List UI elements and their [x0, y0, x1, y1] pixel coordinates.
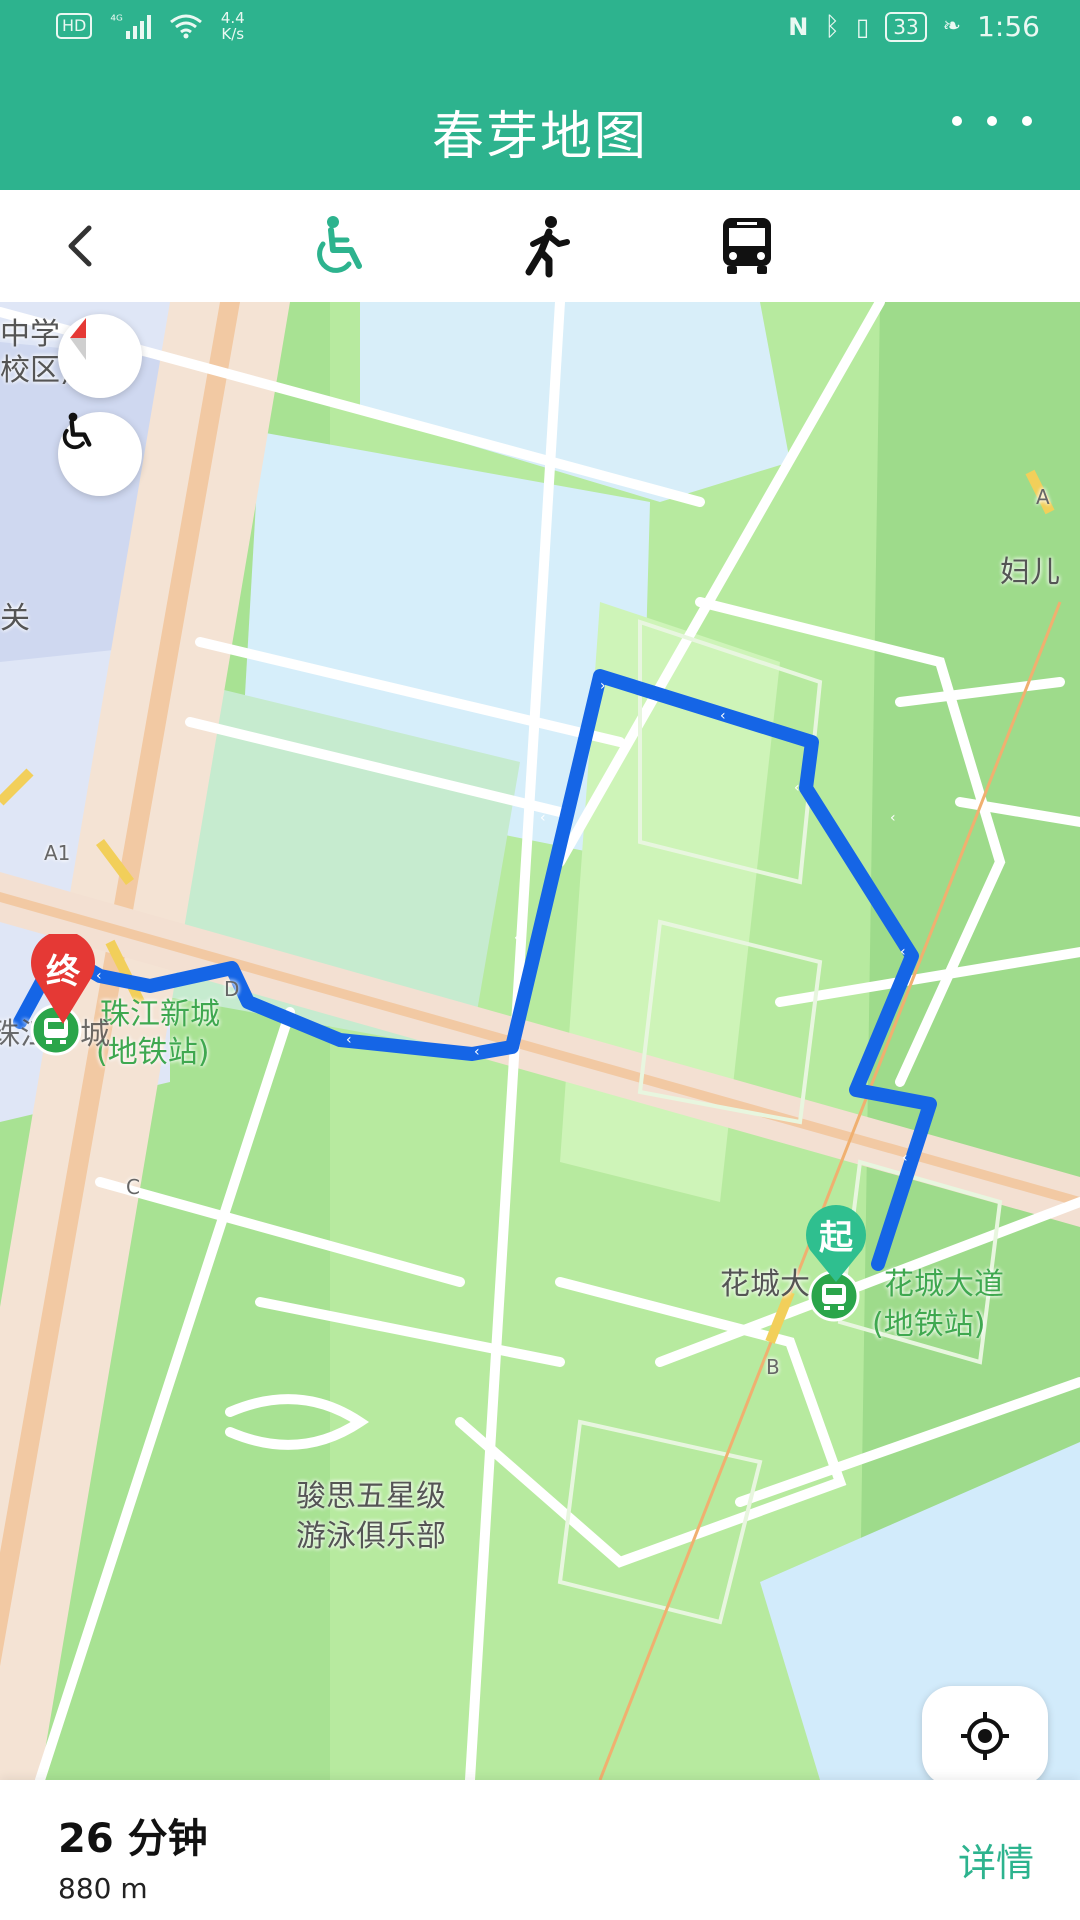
net-speed: 4.4 K/s — [220, 9, 245, 43]
back-button[interactable] — [46, 214, 116, 278]
bus-icon — [723, 218, 771, 274]
svg-text:‹: ‹ — [514, 930, 520, 946]
dot-icon — [1022, 116, 1032, 126]
compass-icon — [70, 318, 86, 360]
map-view[interactable]: › ‹ ‹ ‹ ‹ ‹ ‹ ‹ ‹ ‹ ‹ 中学 校区) 关 妇儿 珠江新城 (… — [0, 302, 1080, 1780]
mode-walk-button[interactable] — [510, 214, 580, 278]
hd-badge: HD — [56, 13, 93, 39]
crosshair-icon — [961, 1712, 1009, 1760]
start-marker-label: 起 — [819, 1218, 853, 1258]
app-bar: 春芽地图 — [0, 56, 1080, 190]
back-arrow-icon — [68, 225, 92, 267]
bluetooth-icon: ᛒ — [824, 11, 840, 42]
map-label-pool-sub: 游泳俱乐部 — [296, 1519, 446, 1554]
svg-text:‹: ‹ — [346, 1032, 352, 1048]
status-bar: HD ⁴ᴳ 4.4 K/s N ᛒ ▯ 33 ❧ 1:56 — [0, 0, 1080, 56]
battery-indicator: 33 — [885, 11, 927, 42]
route-details-link[interactable]: 详情 — [958, 1832, 1034, 1887]
dot-icon — [952, 116, 962, 126]
more-options-button[interactable] — [952, 96, 1032, 146]
exit-label-c: C — [126, 1175, 140, 1199]
nfc-icon: N — [788, 12, 809, 41]
svg-text:‹: ‹ — [540, 810, 546, 826]
map-label-pool: 骏思五星级 — [296, 1479, 446, 1514]
leaf-icon: ❧ — [942, 14, 962, 39]
wheelchair-icon — [317, 216, 362, 273]
app-title: 春芽地图 — [431, 107, 648, 167]
svg-text:‹: ‹ — [720, 708, 726, 724]
svg-text:‹: ‹ — [890, 810, 896, 826]
map-label-huacheng-station-sub: (地铁站) — [872, 1307, 986, 1342]
wifi-icon — [169, 14, 202, 39]
locate-me-button[interactable] — [922, 1686, 1048, 1786]
wheelchair-icon — [62, 412, 92, 450]
map-label-guan: 关 — [0, 601, 30, 636]
vibrate-icon: ▯ — [856, 12, 870, 41]
map-label-zhujiang-station-sub: (地铁站) — [96, 1035, 210, 1070]
travel-mode-bar — [0, 190, 1080, 303]
route-duration: 26 分钟 — [58, 1816, 208, 1862]
signal-icon: ⁴ᴳ — [110, 13, 151, 39]
exit-label-a1: A1 — [44, 841, 71, 865]
svg-text:‹: ‹ — [474, 1044, 480, 1060]
svg-text:‹: ‹ — [794, 780, 800, 796]
map-label-huacheng-left: 花城大 — [720, 1267, 810, 1302]
map-label-school: 中学 — [0, 317, 60, 352]
exit-label-b: B — [766, 1355, 780, 1379]
exit-label-d: D — [224, 977, 240, 1001]
svg-text:‹: ‹ — [902, 1150, 908, 1166]
map-label-fuer: 妇儿 — [1000, 555, 1060, 590]
svg-text:›: › — [600, 678, 606, 694]
map-label-zhujiang-station: 珠江新城 — [100, 997, 220, 1032]
clock: 1:56 — [977, 10, 1040, 43]
route-distance: 880 m — [58, 1872, 148, 1905]
walking-icon — [525, 216, 570, 278]
compass-button[interactable] — [58, 314, 142, 398]
map-label-huacheng-station: 花城大道 — [884, 1267, 1004, 1302]
exit-label-a: A — [1036, 485, 1050, 509]
mode-bus-button[interactable] — [712, 214, 782, 278]
mode-wheelchair-button[interactable] — [306, 214, 376, 278]
accessibility-layer-button[interactable] — [58, 412, 142, 496]
end-marker-label: 终 — [46, 952, 80, 992]
net-type: ⁴ᴳ — [110, 13, 123, 29]
dot-icon — [987, 116, 997, 126]
svg-text:‹: ‹ — [900, 944, 906, 960]
route-summary-sheet: 26 分钟 880 m 详情 — [0, 1780, 1080, 1920]
